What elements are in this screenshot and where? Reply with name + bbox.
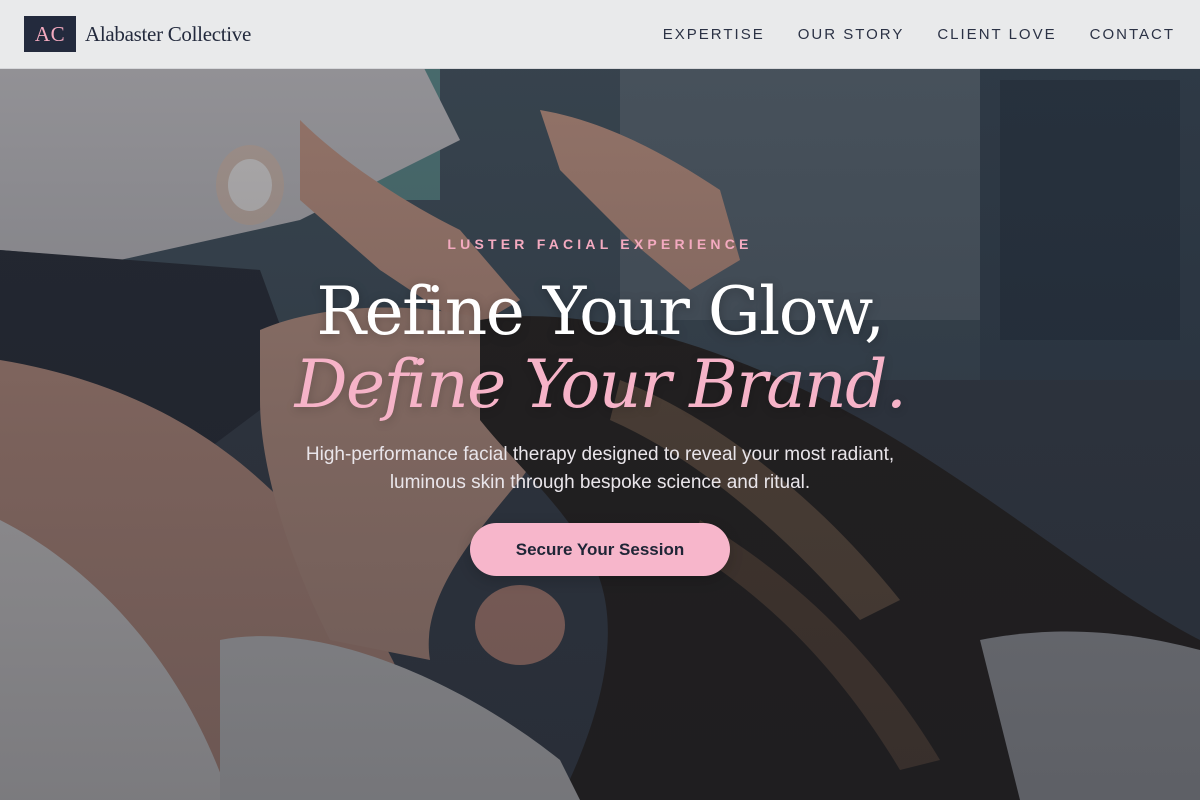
hero-headline-line-2: Define Your Brand. — [294, 346, 907, 423]
nav-link-our-story[interactable]: OUR STORY — [798, 26, 905, 43]
hero-eyebrow: LUSTER FACIAL EXPERIENCE — [447, 236, 753, 252]
hero-subtext-line-1: High-performance facial therapy designed… — [305, 444, 895, 465]
secure-session-button[interactable]: Secure Your Session — [470, 523, 730, 576]
site-header: AC Alabaster Collective EXPERTISE OUR ST… — [0, 0, 1200, 69]
hero-headline-line-1: Refine Your Glow, — [316, 273, 885, 350]
hero-section: LUSTER FACIAL EXPERIENCE Refine Your Glo… — [0, 0, 1200, 800]
nav-link-contact[interactable]: CONTACT — [1090, 26, 1175, 43]
brand-name: Alabaster Collective — [85, 21, 252, 46]
hero-subtext-line-2: luminous skin through bespoke science an… — [389, 472, 811, 493]
brand-logo-link[interactable]: AC Alabaster Collective — [24, 16, 251, 52]
logo-mark: AC — [24, 16, 76, 52]
nav-link-client-love[interactable]: CLIENT LOVE — [937, 26, 1056, 43]
hero-subtext: High-performance facial therapy designed… — [250, 441, 950, 497]
nav-link-expertise[interactable]: EXPERTISE — [663, 26, 765, 43]
main-nav: EXPERTISE OUR STORY CLIENT LOVE CONTACT — [663, 26, 1176, 43]
landing-page: AC Alabaster Collective EXPERTISE OUR ST… — [0, 0, 1200, 800]
